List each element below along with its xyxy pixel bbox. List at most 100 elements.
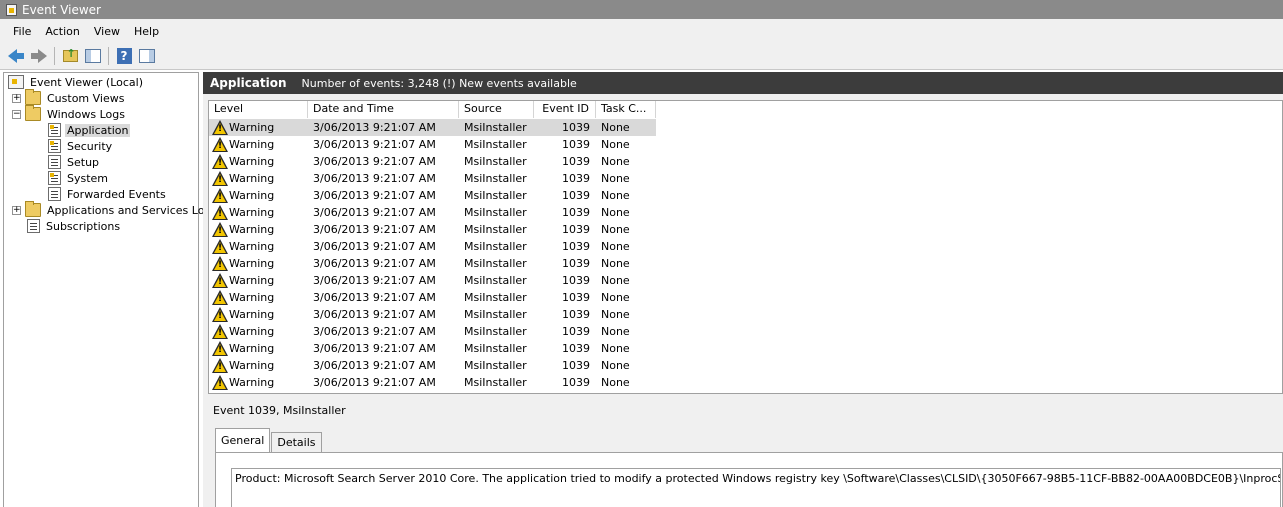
tree-item-label: Application — [65, 123, 131, 137]
cell-level: ! Warning — [209, 374, 308, 391]
tree-item-forwarded-events[interactable]: Forwarded Events — [48, 186, 168, 202]
level-text: Warning — [229, 240, 275, 253]
cell-source: MsiInstaller — [464, 342, 527, 355]
cell-level: ! Warning — [209, 340, 308, 357]
cell-source: MsiInstaller — [464, 121, 527, 134]
cell-source: MsiInstaller — [464, 155, 527, 168]
back-arrow-icon — [8, 49, 24, 63]
log-icon — [48, 155, 61, 169]
tree-item-setup[interactable]: Setup — [48, 154, 101, 170]
table-row[interactable]: ! Warning 3/06/2013 9:21:07 AM MsiInstaller… — [209, 306, 656, 323]
cell-date-and-time: 3/06/2013 9:21:07 AM — [313, 359, 436, 372]
cell-date-and-time: 3/06/2013 9:21:07 AM — [313, 155, 436, 168]
column-header-task-category[interactable]: Task C... — [596, 101, 656, 118]
table-row[interactable]: ! Warning 3/06/2013 9:21:07 AM MsiInstaller… — [209, 289, 656, 306]
menu-action[interactable]: Action — [38, 25, 86, 38]
cell-task-category: None — [601, 223, 630, 236]
cell-level: ! Warning — [209, 204, 308, 221]
table-row[interactable]: ! Warning 3/06/2013 9:21:07 AM MsiInstaller… — [209, 374, 656, 391]
tree-item-custom-views[interactable]: + Custom Views — [12, 89, 126, 106]
cell-level: ! Warning — [209, 153, 308, 170]
warning-icon: ! — [212, 307, 228, 322]
cell-level: ! Warning — [209, 357, 308, 374]
show-hide-action-pane-button[interactable] — [137, 46, 157, 66]
table-row[interactable]: ! Warning 3/06/2013 9:21:07 AM MsiInstaller… — [209, 340, 656, 357]
back-button[interactable] — [6, 46, 26, 66]
event-description[interactable]: Product: Microsoft Search Server 2010 Co… — [231, 468, 1281, 507]
event-detail-title: Event 1039, MsiInstaller — [213, 404, 346, 417]
tree-item-event-viewer-local[interactable]: Event Viewer (Local) — [8, 74, 145, 90]
table-row[interactable]: ! Warning 3/06/2013 9:21:07 AM MsiInstaller… — [209, 170, 656, 187]
log-header: Application Number of events: 3,248 (!) … — [203, 72, 1283, 94]
cell-level: ! Warning — [209, 323, 308, 340]
tab-details[interactable]: Details — [271, 432, 322, 452]
up-one-level-button[interactable] — [60, 46, 80, 66]
tree-item-application[interactable]: Application — [48, 122, 131, 138]
warning-icon: ! — [212, 256, 228, 271]
table-row[interactable]: ! Warning 3/06/2013 9:21:07 AM MsiInstaller… — [209, 153, 656, 170]
cell-task-category: None — [601, 172, 630, 185]
tree-item-security[interactable]: Security — [48, 138, 114, 154]
tree-item-label: Forwarded Events — [67, 187, 166, 201]
cell-event-id: 1039 — [562, 223, 590, 236]
table-row[interactable]: ! Warning 3/06/2013 9:21:07 AM MsiInstaller… — [209, 204, 656, 221]
table-row[interactable]: ! Warning 3/06/2013 9:21:07 AM MsiInstaller… — [209, 136, 656, 153]
cell-source: MsiInstaller — [464, 359, 527, 372]
table-row[interactable]: ! Warning 3/06/2013 9:21:07 AM MsiInstaller… — [209, 357, 656, 374]
cell-level: ! Warning — [209, 170, 308, 187]
table-row[interactable]: ! Warning 3/06/2013 9:21:07 AM MsiInstaller… — [209, 238, 656, 255]
level-text: Warning — [229, 172, 275, 185]
cell-date-and-time: 3/06/2013 9:21:07 AM — [313, 138, 436, 151]
tree-item-label: System — [67, 171, 109, 185]
cell-task-category: None — [601, 121, 630, 134]
cell-source: MsiInstaller — [464, 189, 527, 202]
table-row[interactable]: ! Warning 3/06/2013 9:21:07 AM MsiInstaller… — [209, 119, 656, 136]
show-hide-action-pane-icon — [139, 49, 155, 63]
cell-date-and-time: 3/06/2013 9:21:07 AM — [313, 189, 436, 202]
collapse-icon[interactable]: − — [12, 109, 21, 119]
general-tab-panel: Product: Microsoft Search Server 2010 Co… — [215, 452, 1283, 507]
menu-file[interactable]: File — [6, 25, 38, 38]
tree-item-applications-and-services-logs[interactable]: + Applications and Services Logs — [12, 201, 219, 218]
tree-item-windows-logs[interactable]: − Windows Logs — [12, 105, 127, 122]
table-row[interactable]: ! Warning 3/06/2013 9:21:07 AM MsiInstaller… — [209, 255, 656, 272]
cell-task-category: None — [601, 206, 630, 219]
column-header-source[interactable]: Source — [459, 101, 534, 118]
cell-task-category: None — [601, 359, 630, 372]
main-pane: Application Number of events: 3,248 (!) … — [203, 72, 1283, 507]
tree-item-system[interactable]: System — [48, 170, 110, 186]
table-row[interactable]: ! Warning 3/06/2013 9:21:07 AM MsiInstaller… — [209, 272, 656, 289]
table-row[interactable]: ! Warning 3/06/2013 9:21:07 AM MsiInstaller… — [209, 187, 656, 204]
column-header-date-and-time[interactable]: Date and Time — [308, 101, 459, 118]
column-header-level[interactable]: Level — [209, 101, 308, 118]
warning-icon: ! — [212, 120, 228, 135]
expand-icon[interactable]: + — [12, 93, 21, 103]
forward-button[interactable] — [29, 46, 49, 66]
cell-level: ! Warning — [209, 221, 308, 238]
column-header-event-id[interactable]: Event ID — [534, 101, 596, 118]
toolbar-separator — [54, 47, 55, 65]
tree-item-label: Security — [67, 139, 113, 153]
tab-general[interactable]: General — [215, 428, 271, 452]
level-text: Warning — [229, 325, 275, 338]
cell-task-category: None — [601, 376, 630, 389]
tree-item-subscriptions[interactable]: Subscriptions — [27, 218, 122, 234]
help-button[interactable]: ? — [114, 46, 134, 66]
warning-icon: ! — [212, 205, 228, 220]
warning-icon: ! — [212, 188, 228, 203]
level-text: Warning — [229, 138, 275, 151]
table-row[interactable]: ! Warning 3/06/2013 9:21:07 AM MsiInstaller… — [209, 221, 656, 238]
tree-item-label: Subscriptions — [46, 219, 121, 233]
cell-level: ! Warning — [209, 272, 308, 289]
show-hide-console-tree-button[interactable] — [83, 46, 103, 66]
level-text: Warning — [229, 223, 275, 236]
cell-event-id: 1039 — [562, 155, 590, 168]
cell-source: MsiInstaller — [464, 257, 527, 270]
warning-icon: ! — [212, 154, 228, 169]
menu-help[interactable]: Help — [127, 25, 166, 38]
menu-view[interactable]: View — [87, 25, 127, 38]
grid-header: Level Date and Time Source Event ID Task… — [209, 101, 656, 118]
table-row[interactable]: ! Warning 3/06/2013 9:21:07 AM MsiInstaller… — [209, 323, 656, 340]
expand-icon[interactable]: + — [12, 205, 21, 215]
cell-task-category: None — [601, 308, 630, 321]
